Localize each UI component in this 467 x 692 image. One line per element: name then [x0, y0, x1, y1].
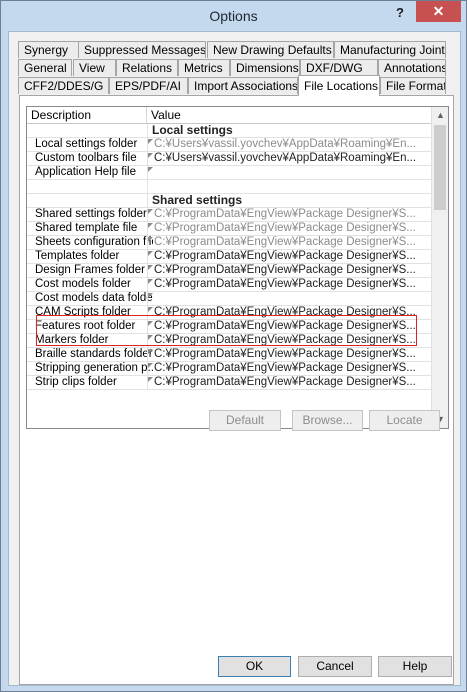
row-description: Strip clips folder [35, 376, 117, 388]
row-value[interactable]: C:¥Users¥vassil.yovchev¥AppData¥Roaming¥… [147, 138, 427, 152]
table-row[interactable]: Cost models folder C:¥ProgramData¥EngView… [27, 278, 431, 292]
title-bar: Options ? ✕ [1, 1, 466, 31]
row-description: Stripping generation p... [35, 362, 153, 374]
close-icon[interactable]: ✕ [416, 1, 461, 22]
table-row[interactable]: Custom toolbars file C:¥Users¥vassil.yovc… [27, 152, 431, 166]
row-value[interactable] [147, 292, 427, 306]
table-row[interactable]: Features root folder C:¥ProgramData¥EngVi… [27, 320, 431, 334]
row-value [147, 180, 427, 194]
tab-import-associations[interactable]: Import Associations [188, 77, 298, 94]
table-row[interactable]: Shared template file C:¥ProgramData¥EngVi… [27, 222, 431, 236]
tab-eps-pdf-ai[interactable]: EPS/PDF/AI [109, 77, 188, 94]
tab-suppressed-messages[interactable]: Suppressed Messages [78, 41, 206, 58]
tab-dxf-dwg[interactable]: DXF/DWG [300, 59, 378, 76]
table-row[interactable]: Local settings folder C:¥Users¥vassil.yov… [27, 138, 431, 152]
locate-button[interactable]: Locate [369, 410, 440, 431]
vertical-scrollbar[interactable]: ▲ ▼ [431, 107, 448, 428]
tab-relations[interactable]: Relations [116, 59, 178, 76]
tab-file-locations[interactable]: File Locations [298, 75, 380, 96]
row-description: Markers folder [35, 334, 109, 346]
section-header-row: Shared settings [27, 194, 431, 208]
row-description: Cost models folder [35, 278, 131, 290]
tab-synergy[interactable]: Synergy [18, 41, 79, 58]
table-row[interactable]: Design Frames folder C:¥ProgramData¥EngVi… [27, 264, 431, 278]
tab-new-drawing-defaults[interactable]: New Drawing Defaults [207, 41, 334, 58]
row-description: Custom toolbars file [35, 152, 137, 164]
table-row[interactable]: Stripping generation p... C:¥ProgramData¥… [27, 362, 431, 376]
default-button[interactable]: Default [209, 410, 281, 431]
row-value[interactable] [147, 166, 427, 180]
table-row[interactable]: Sheets configuration file C:¥ProgramData¥… [27, 236, 431, 250]
row-description: Templates folder [35, 250, 120, 262]
section-title: Local settings [147, 124, 427, 138]
tab-file-formats[interactable]: File Formats [380, 77, 446, 94]
row-description: Shared template file [35, 222, 138, 234]
browse-button[interactable]: Browse... [292, 410, 363, 431]
table-row[interactable]: Templates folder C:¥ProgramData¥EngView¥P… [27, 250, 431, 264]
tab-cff2-ddes-g[interactable]: CFF2/DDES/G [18, 77, 109, 94]
row-description [35, 124, 153, 138]
table-row[interactable]: Cost models data folder [27, 292, 431, 306]
row-description: Local settings folder [35, 138, 138, 150]
table-row[interactable]: Shared settings folder C:¥ProgramData¥Eng… [27, 208, 431, 222]
table-row[interactable]: Strip clips folder C:¥ProgramData¥EngView… [27, 376, 431, 390]
grid-header: Description Value [27, 107, 431, 124]
row-value[interactable]: C:¥ProgramData¥EngView¥Package Designer¥… [147, 222, 427, 236]
row-description: CAM Scripts folder [35, 306, 131, 318]
section-title: Shared settings [147, 194, 427, 208]
row-value[interactable]: C:¥ProgramData¥EngView¥Package Designer¥… [147, 306, 427, 320]
table-row[interactable]: CAM Scripts folder C:¥ProgramData¥EngView… [27, 306, 431, 320]
row-value[interactable]: C:¥ProgramData¥EngView¥Package Designer¥… [147, 208, 427, 222]
row-description: Application Help file [35, 166, 137, 178]
dialog-client: Synergy Suppressed Messages New Drawing … [8, 31, 461, 686]
tab-dimensions[interactable]: Dimensions [230, 59, 300, 76]
row-description: Design Frames folder [35, 264, 145, 276]
row-description: Features root folder [35, 320, 136, 332]
row-value[interactable]: C:¥ProgramData¥EngView¥Package Designer¥… [147, 278, 427, 292]
row-value[interactable]: C:¥ProgramData¥EngView¥Package Designer¥… [147, 320, 427, 334]
scroll-up-icon[interactable]: ▲ [432, 107, 448, 124]
row-value[interactable]: C:¥ProgramData¥EngView¥Package Designer¥… [147, 250, 427, 264]
help-icon[interactable]: ? [387, 4, 413, 22]
tab-manufacturing-joints[interactable]: Manufacturing Joints [334, 41, 446, 58]
row-value[interactable]: C:¥ProgramData¥EngView¥Package Designer¥… [147, 376, 427, 390]
table-row[interactable]: Application Help file [27, 166, 431, 180]
options-dialog: Options ? ✕ Synergy Suppressed Messages … [0, 0, 467, 692]
row-description: Sheets configuration file [35, 236, 153, 248]
row-description: Cost models data folder [35, 292, 153, 304]
row-value[interactable]: C:¥ProgramData¥EngView¥Package Designer¥… [147, 334, 427, 348]
table-row[interactable]: Markers folder C:¥ProgramData¥EngView¥Pac… [27, 334, 431, 348]
row-value[interactable]: C:¥Users¥vassil.yovchev¥AppData¥Roaming¥… [147, 152, 427, 166]
file-locations-grid[interactable]: Description Value Local settings Local se… [26, 106, 449, 429]
row-description: Shared settings folder [35, 208, 147, 220]
tab-metrics[interactable]: Metrics [178, 59, 230, 76]
help-button[interactable]: Help [378, 656, 452, 677]
tab-annotations[interactable]: Annotations [378, 59, 446, 76]
row-description: Braille standards folder [35, 348, 153, 360]
tab-view[interactable]: View [73, 59, 116, 76]
scrollbar-thumb[interactable] [434, 125, 446, 210]
row-value[interactable]: C:¥ProgramData¥EngView¥Package Designer¥… [147, 348, 427, 362]
table-row[interactable]: Braille standards folder C:¥ProgramData¥E… [27, 348, 431, 362]
tab-general[interactable]: General [18, 59, 72, 76]
row-description [35, 180, 153, 194]
row-value[interactable]: C:¥ProgramData¥EngView¥Package Designer¥… [147, 236, 427, 250]
section-header-row: Local settings [27, 124, 431, 138]
table-row [27, 180, 431, 194]
row-value[interactable]: C:¥ProgramData¥EngView¥Package Designer¥… [147, 264, 427, 278]
cancel-button[interactable]: Cancel [298, 656, 372, 677]
description-column-header[interactable]: Description [27, 107, 147, 123]
ok-button[interactable]: OK [218, 656, 291, 677]
row-description [35, 194, 153, 208]
value-column-header[interactable]: Value [147, 107, 431, 123]
row-value[interactable]: C:¥ProgramData¥EngView¥Package Designer¥… [147, 362, 427, 376]
